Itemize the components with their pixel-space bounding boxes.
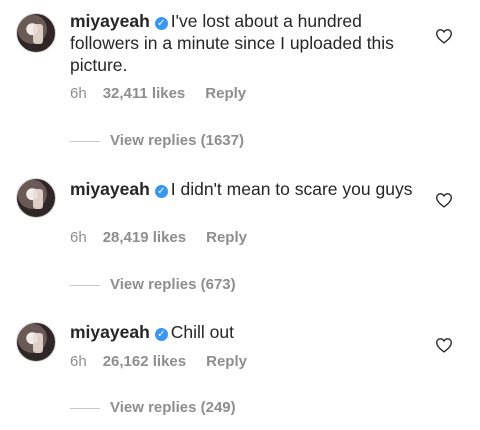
likes-count[interactable]: 26,162 likes <box>103 353 186 370</box>
avatar[interactable] <box>16 178 56 218</box>
verified-badge-icon: ✓ <box>154 328 168 341</box>
divider-line <box>70 284 100 286</box>
view-replies-button[interactable]: View replies (1637) <box>70 132 244 149</box>
timestamp: 6h <box>70 353 87 370</box>
comment-body: miyayeah ✓ I didn't mean to scare you guys <box>70 178 425 200</box>
comment-meta: 6h 26,162 likes Reply <box>70 353 267 370</box>
divider-line <box>70 407 100 409</box>
view-replies-label: View replies (1637) <box>110 132 244 149</box>
verified-badge-icon: ✓ <box>154 185 168 198</box>
view-replies-button[interactable]: View replies (249) <box>70 399 236 416</box>
username[interactable]: miyayeah <box>70 11 150 31</box>
heart-outline-icon[interactable] <box>435 192 453 208</box>
likes-count[interactable]: 32,411 likes <box>103 85 186 102</box>
likes-count[interactable]: 28,419 likes <box>103 229 186 246</box>
comment-body: miyayeah ✓ Chill out <box>70 321 425 343</box>
view-replies-button[interactable]: View replies (673) <box>70 276 236 293</box>
reply-button[interactable]: Reply <box>206 353 247 370</box>
comment-meta: 6h 28,419 likes Reply <box>70 229 267 246</box>
comment-text: I didn't mean to scare you guys <box>170 179 413 199</box>
comment-body: miyayeah ✓ I've lost about a hundred follo… <box>70 10 425 76</box>
view-replies-label: View replies (249) <box>110 399 236 416</box>
heart-outline-icon[interactable] <box>435 337 453 353</box>
reply-button[interactable]: Reply <box>206 229 247 246</box>
comment-meta: 6h 32,411 likes Reply <box>70 85 266 102</box>
reply-button[interactable]: Reply <box>205 85 246 102</box>
comment-text: Chill out <box>170 322 235 342</box>
username[interactable]: miyayeah <box>70 322 150 342</box>
timestamp: 6h <box>70 229 87 246</box>
avatar[interactable] <box>16 322 56 362</box>
divider-line <box>70 140 100 142</box>
timestamp: 6h <box>70 85 87 102</box>
heart-outline-icon[interactable] <box>435 28 453 44</box>
verified-badge-icon: ✓ <box>154 17 168 30</box>
username[interactable]: miyayeah <box>70 179 150 199</box>
avatar[interactable] <box>16 13 56 53</box>
view-replies-label: View replies (673) <box>110 276 236 293</box>
